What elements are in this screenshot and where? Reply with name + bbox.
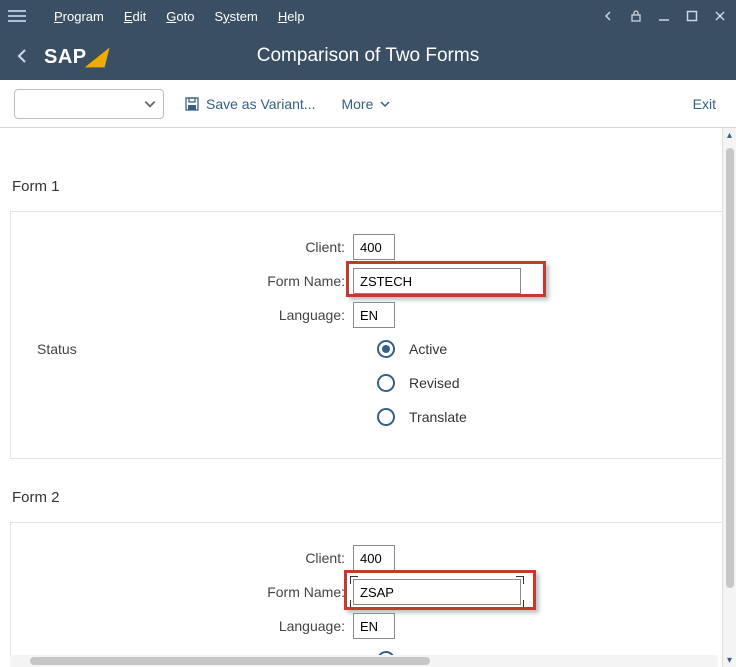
menu-help[interactable]: Help xyxy=(268,9,315,24)
exit-button[interactable]: Exit xyxy=(687,92,722,116)
hamburger-icon[interactable] xyxy=(8,4,32,28)
form1-client-input[interactable] xyxy=(353,234,395,260)
focus-corner-icon xyxy=(350,576,358,584)
lock-icon[interactable] xyxy=(628,8,644,24)
form1-status-label: Status xyxy=(37,341,127,357)
form2-language-label: Language: xyxy=(37,618,353,634)
focus-corner-icon xyxy=(350,600,358,608)
sap-logo: SAP◢ xyxy=(44,41,106,70)
menu-program[interactable]: Program xyxy=(44,9,114,24)
focus-corner-icon xyxy=(516,600,524,608)
toolbar-combo[interactable] xyxy=(14,89,164,119)
form1-title: Form 1 xyxy=(12,178,736,195)
form1-formname-label: Form Name: xyxy=(37,273,353,289)
close-icon[interactable] xyxy=(712,8,728,24)
form1-radio-active-label: Active xyxy=(409,341,447,357)
form2-formname-label: Form Name: xyxy=(37,584,353,600)
form1-radio-translate[interactable] xyxy=(377,408,395,426)
form1-box: Client: Form Name: Language: Stat xyxy=(10,211,736,459)
form1-language-input[interactable] xyxy=(353,302,395,328)
form2-language-input[interactable] xyxy=(353,613,395,639)
save-variant-button[interactable]: Save as Variant... xyxy=(178,92,321,116)
chevron-left-icon[interactable] xyxy=(600,8,616,24)
menu-goto[interactable]: Goto xyxy=(156,9,204,24)
toolbar: Save as Variant... More Exit xyxy=(0,80,736,128)
form1-radio-revised-label: Revised xyxy=(409,375,460,391)
menu-system[interactable]: System xyxy=(204,9,267,24)
form2-title: Form 2 xyxy=(12,489,736,506)
form1-radio-revised[interactable] xyxy=(377,374,395,392)
more-button[interactable]: More xyxy=(335,92,397,116)
menu-bar: Program Edit Goto System Help xyxy=(0,0,736,32)
form2-client-input[interactable] xyxy=(353,545,395,571)
form2-formname-input[interactable] xyxy=(353,579,521,605)
focus-corner-icon xyxy=(516,576,524,584)
content-area: Form 1 Client: Form Name: Language: xyxy=(0,128,736,667)
form2-client-label: Client: xyxy=(37,550,353,566)
back-button[interactable] xyxy=(12,46,32,66)
form1-language-label: Language: xyxy=(37,307,353,323)
maximize-icon[interactable] xyxy=(684,8,700,24)
form2-box: Client: Form Name: xyxy=(10,522,736,667)
form1-client-label: Client: xyxy=(37,239,353,255)
page-header: SAP◢ Comparison of Two Forms xyxy=(0,32,736,80)
form1-radio-active[interactable] xyxy=(377,340,395,358)
menu-edit[interactable]: Edit xyxy=(114,9,156,24)
horizontal-scrollbar[interactable] xyxy=(10,655,718,667)
minimize-icon[interactable] xyxy=(656,8,672,24)
form1-radio-translate-label: Translate xyxy=(409,409,467,425)
form1-formname-input[interactable] xyxy=(353,268,521,294)
page-title: Comparison of Two Forms xyxy=(0,45,736,67)
